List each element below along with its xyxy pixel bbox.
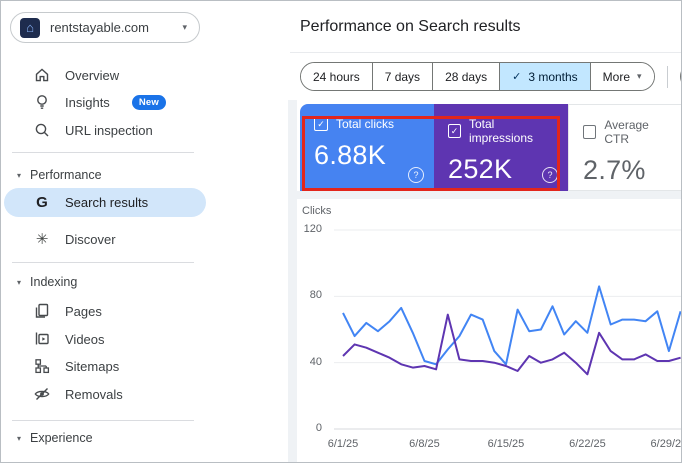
checkbox-average-ctr[interactable]: ✓ (583, 125, 597, 139)
section-label: Indexing (30, 275, 78, 289)
eye-off-icon (33, 385, 51, 403)
sidebar-item-label: URL inspection (65, 122, 153, 138)
section-collapse-icon: ▾ (17, 277, 22, 287)
section-label: Performance (30, 168, 102, 182)
sidebar-section-experience[interactable]: ▾ Experience (0, 426, 93, 450)
toolbar-separator (666, 65, 668, 88)
x-tick-label: 6/22/25 (569, 438, 606, 450)
google-g-icon: G (36, 194, 48, 211)
lightbulb-icon (33, 93, 51, 111)
new-badge: New (131, 94, 166, 110)
checkbox-total-clicks[interactable]: ✓ (314, 117, 328, 131)
sidebar-item-videos[interactable]: Videos (4, 326, 206, 352)
date-range-toolbar: 24 hours 7 days 28 days ✓ 3 months More … (300, 62, 682, 91)
series-line-0 (342, 285, 682, 366)
date-range-group: 24 hours 7 days 28 days ✓ 3 months More … (300, 62, 655, 91)
metric-label: Average CTR (604, 118, 649, 146)
sidebar-divider (12, 262, 194, 263)
sidebar-section-performance[interactable]: ▾ Performance (0, 163, 102, 187)
x-tick-label: 6/29/25 (650, 438, 682, 450)
metric-value: 252K (448, 154, 513, 184)
metric-card-total-impressions[interactable]: ✓ Total impressions 252K ? (434, 104, 568, 191)
home-icon (33, 66, 51, 84)
sidebar-item-label: Overview (65, 67, 120, 83)
sidebar-item-overview[interactable]: Overview (4, 62, 206, 88)
sidebar-divider (12, 152, 194, 153)
page-title: Performance on Search results (300, 18, 521, 35)
metric-label: Total clicks (336, 117, 395, 131)
chart-axis-title: Clicks (302, 205, 332, 217)
sidebar-item-label: Sitemaps (65, 358, 120, 374)
x-tick-label: 6/1/25 (327, 438, 359, 450)
sidebar-item-discover[interactable]: ✳ Discover (4, 226, 206, 252)
help-icon[interactable]: ? (408, 167, 424, 183)
metric-card-total-clicks[interactable]: ✓ Total clicks 6.88K ? (300, 104, 434, 191)
content-gutter (288, 100, 297, 463)
range-more-button[interactable]: More ▾ (589, 63, 654, 90)
chevron-down-icon: ▾ (182, 22, 187, 32)
sidebar-item-label: Search results (65, 195, 149, 210)
sidebar-item-sitemaps[interactable]: Sitemaps (4, 353, 206, 379)
metric-label: Total impressions (469, 117, 534, 145)
help-icon[interactable]: ? (542, 167, 558, 183)
sidebar-item-removals[interactable]: Removals (4, 381, 206, 407)
sidebar-item-url-inspection[interactable]: URL inspection (4, 117, 206, 143)
search-icon (33, 121, 51, 139)
sidebar-item-label: Discover (65, 231, 116, 247)
content-gutter (288, 191, 682, 199)
sidebar-item-label: Removals (65, 386, 123, 402)
x-tick-label: 6/15/25 (487, 438, 525, 450)
sidebar-item-label: Insights (65, 94, 110, 110)
site-favicon: ⌂ (20, 17, 40, 38)
range-7-days[interactable]: 7 days (371, 63, 433, 90)
discover-asterisk-icon: ✳ (35, 231, 49, 248)
sidebar-item-label: Pages (65, 303, 102, 319)
section-label: Experience (30, 431, 93, 445)
x-tick-label: 6/8/25 (409, 438, 440, 450)
metric-value: 6.88K (314, 140, 387, 170)
chevron-down-icon: ▾ (637, 71, 642, 81)
range-28-days[interactable]: 28 days (432, 63, 500, 90)
series-line-1 (342, 313, 681, 376)
sidebar-divider (12, 420, 194, 421)
range-24-hours[interactable]: 24 hours (301, 63, 372, 90)
metric-card-average-ctr[interactable]: ✓ Average CTR 2.7% (568, 104, 682, 191)
sidebar-item-label: Videos (65, 331, 105, 347)
pages-icon (33, 302, 51, 320)
videos-icon (33, 330, 51, 348)
sitemaps-icon (33, 357, 51, 375)
range-3-months[interactable]: ✓ 3 months (499, 63, 590, 90)
section-collapse-icon: ▾ (17, 433, 22, 443)
header-divider (290, 52, 682, 53)
check-icon: ✓ (512, 71, 522, 83)
sidebar-item-pages[interactable]: Pages (4, 298, 206, 324)
property-selector[interactable]: ⌂ rentstayable.com ▾ (10, 12, 200, 43)
sidebar-section-indexing[interactable]: ▾ Indexing (0, 270, 77, 294)
metric-value: 2.7% (583, 155, 646, 185)
checkbox-total-impressions[interactable]: ✓ (448, 124, 461, 138)
property-domain: rentstayable.com (50, 20, 149, 35)
sidebar-item-search-results[interactable]: G Search results (4, 188, 206, 217)
section-collapse-icon: ▾ (17, 170, 22, 180)
sidebar-item-insights[interactable]: Insights New (4, 89, 206, 115)
